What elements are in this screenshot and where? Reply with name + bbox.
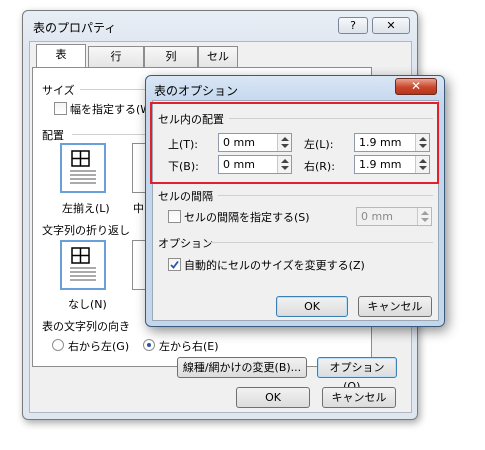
options-section-label: オプション <box>158 237 213 250</box>
spin-up-icon <box>421 211 429 215</box>
tab-column-label: 列 <box>165 50 177 63</box>
close-icon: ✕ <box>410 79 422 93</box>
cell-spacing-value: 0 mm <box>361 210 393 223</box>
align-center-label: 中 <box>133 202 144 215</box>
width-checkbox[interactable] <box>54 102 67 115</box>
align-left-option[interactable] <box>60 143 106 193</box>
ltr-radio[interactable] <box>143 339 155 351</box>
table-properties-cancel-label: キャンセル <box>331 391 387 404</box>
borders-shading-button[interactable]: 線種/網かけの変更(B)... <box>177 357 307 378</box>
tab-column[interactable]: 列 <box>144 46 198 68</box>
size-section-divider <box>80 89 148 90</box>
options-section-divider <box>206 242 433 243</box>
help-button[interactable]: ? <box>338 17 368 34</box>
table-properties-cancel-button[interactable]: キャンセル <box>322 387 396 408</box>
highlight-box <box>150 102 439 184</box>
options-button[interactable]: オプション(O)... <box>317 357 397 393</box>
table-properties-ok-label: OK <box>265 391 281 404</box>
wrap-none-icon <box>70 247 96 281</box>
close-button[interactable]: ✕ <box>372 17 410 34</box>
table-options-ok-button[interactable]: OK <box>276 296 348 317</box>
direction-section-label: 表の文字列の向き <box>42 320 130 333</box>
wrap-section-label: 文字列の折り返し <box>42 224 130 237</box>
table-properties-ok-button[interactable]: OK <box>236 387 310 408</box>
wrap-none-label: なし(N) <box>68 298 107 311</box>
table-options-cancel-button[interactable]: キャンセル <box>358 296 432 317</box>
wrap-none-option[interactable] <box>60 240 106 290</box>
table-options-close-button[interactable]: ✕ <box>395 78 437 95</box>
autofit-checkbox-label: 自動的にセルのサイズを変更する(Z) <box>184 259 365 272</box>
width-checkbox-label: 幅を指定する(W <box>70 103 152 116</box>
tab-table[interactable]: 表 <box>36 44 86 68</box>
close-icon: ✕ <box>386 19 396 32</box>
tab-cell[interactable]: セル <box>198 46 238 68</box>
tab-table-label: 表 <box>55 48 67 61</box>
table-options-title: 表のオプション <box>154 84 239 98</box>
table-properties-title: 表のプロパティ <box>33 21 117 35</box>
layout-section-divider <box>72 134 148 135</box>
layout-section-label: 配置 <box>42 129 64 142</box>
help-icon: ? <box>350 19 356 32</box>
cell-spacing-checkbox[interactable] <box>168 210 181 223</box>
rtl-radio[interactable] <box>52 339 64 351</box>
cell-spacing-section-label: セルの間隔 <box>158 190 213 203</box>
ltr-label: 左から右(E) <box>159 340 219 353</box>
cell-spacing-spinner[interactable]: 0 mm <box>356 207 432 226</box>
borders-shading-button-label: 線種/網かけの変更(B)... <box>182 361 302 374</box>
cell-spacing-checkbox-label: セルの間隔を指定する(S) <box>184 211 310 224</box>
table-options-ok-label: OK <box>304 300 320 313</box>
size-section-label: サイズ <box>42 84 75 97</box>
align-left-icon <box>70 150 96 184</box>
align-left-label: 左揃え(L) <box>62 202 110 215</box>
table-options-cancel-label: キャンセル <box>367 300 423 313</box>
rtl-label: 右から左(G) <box>68 340 130 353</box>
cell-spacing-arrows[interactable] <box>417 208 431 225</box>
autofit-checkbox[interactable] <box>168 258 181 271</box>
spin-down-icon <box>421 218 429 222</box>
cell-spacing-divider <box>218 195 433 196</box>
checkmark-icon <box>170 260 179 269</box>
tab-cell-label: セル <box>207 50 229 63</box>
tab-row[interactable]: 行 <box>88 46 144 68</box>
tab-row-label: 行 <box>110 50 122 63</box>
